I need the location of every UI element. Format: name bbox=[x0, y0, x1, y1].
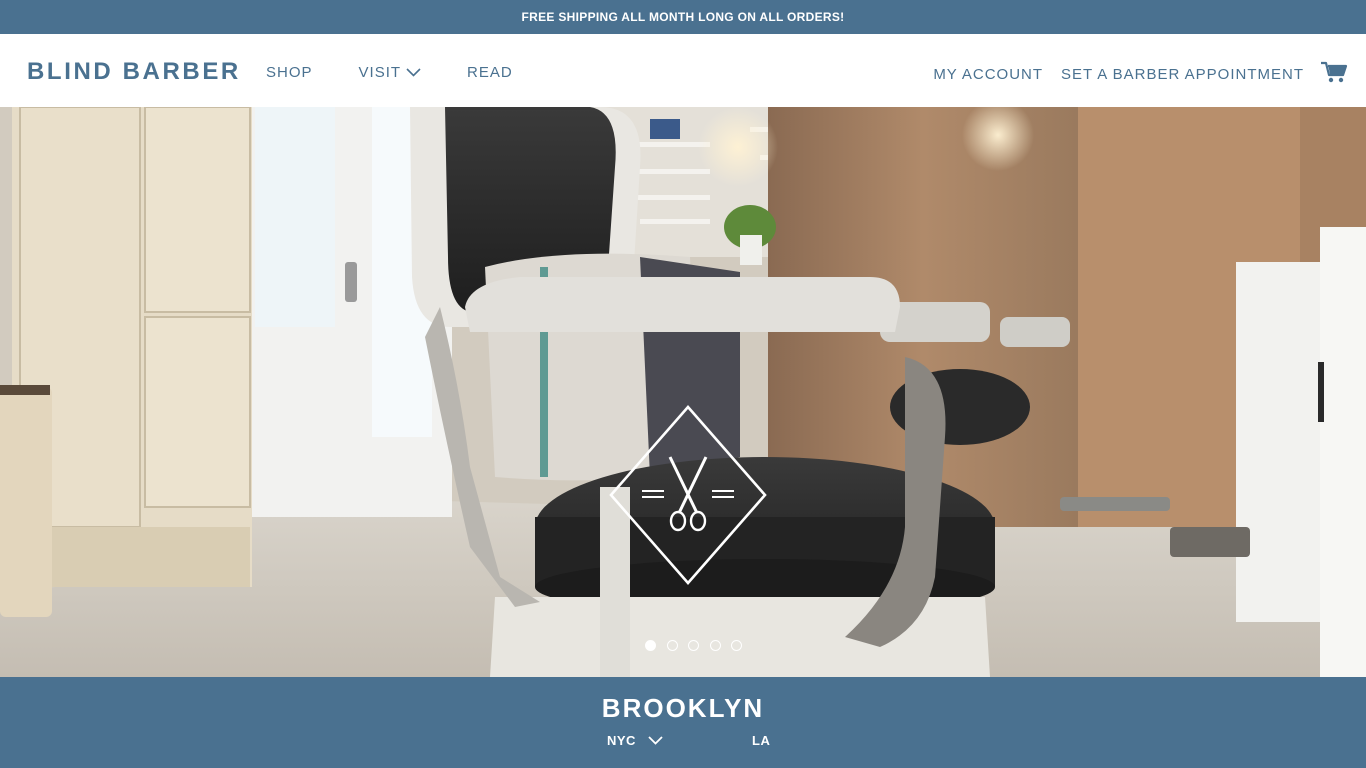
my-account-link[interactable]: MY ACCOUNT bbox=[933, 66, 1043, 83]
location-bar: BROOKLYN NYC LA bbox=[0, 677, 1366, 768]
promo-text: FREE SHIPPING ALL MONTH LONG ON ALL ORDE… bbox=[521, 10, 845, 24]
scissors-diamond-icon bbox=[608, 405, 768, 590]
slide-pagination bbox=[645, 640, 753, 651]
chevron-down-icon bbox=[648, 733, 663, 748]
my-account-label: MY ACCOUNT bbox=[933, 66, 1044, 83]
slide-dot-5[interactable] bbox=[731, 640, 742, 651]
hero-slideshow bbox=[0, 107, 1366, 677]
slide-dot-1[interactable] bbox=[645, 640, 656, 651]
cart-icon[interactable] bbox=[1320, 60, 1348, 89]
slide-dot-2[interactable] bbox=[666, 640, 678, 651]
nav-shop[interactable]: SHOP bbox=[266, 64, 313, 81]
location-tab-nyc-label: NYC bbox=[607, 733, 636, 748]
location-tab-nyc[interactable]: NYC bbox=[607, 733, 663, 748]
site-header: BLIND BARBER SHOP VISIT READ MY ACCOUNT … bbox=[0, 34, 1366, 107]
barber-appointment-link[interactable]: SET A BARBER APPOINTMENT bbox=[1061, 66, 1304, 83]
site-logo[interactable]: BLIND BARBER bbox=[27, 58, 241, 86]
location-title: BROOKLYN bbox=[601, 693, 765, 723]
account-nav: MY ACCOUNT SET A BARBER APPOINTMENT bbox=[915, 60, 1348, 89]
nav-visit[interactable]: VISIT bbox=[359, 64, 422, 81]
nav-visit-label: VISIT bbox=[358, 64, 402, 81]
slide-dot-4[interactable] bbox=[709, 640, 721, 651]
chevron-down-icon bbox=[406, 64, 421, 81]
nav-shop-label: SHOP bbox=[266, 64, 313, 81]
nav-read[interactable]: READ bbox=[467, 64, 513, 81]
barbershop-photo bbox=[0, 107, 1366, 677]
main-nav: SHOP VISIT READ bbox=[266, 64, 559, 81]
promo-banner: FREE SHIPPING ALL MONTH LONG ON ALL ORDE… bbox=[0, 0, 1366, 34]
nav-read-label: READ bbox=[467, 64, 513, 81]
barber-appointment-label: SET A BARBER APPOINTMENT bbox=[1061, 66, 1304, 83]
slide-dot-3[interactable] bbox=[688, 640, 699, 651]
location-tab-la[interactable]: LA bbox=[752, 733, 770, 748]
location-tab-la-label: LA bbox=[752, 733, 771, 748]
